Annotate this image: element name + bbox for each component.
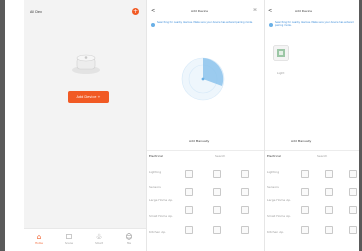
category-sensors[interactable]: Sensors <box>149 185 161 189</box>
tab-scene[interactable]: ☐ Scene <box>56 233 82 246</box>
device-tile[interactable] <box>349 226 357 234</box>
tab-scene-label: Scene <box>65 242 73 245</box>
scan-icon[interactable]: ⌘ <box>253 8 257 12</box>
empty-device-illustration <box>72 54 100 74</box>
screenshot-canvas: All Dev + Add Device + ⌂ Home ☐ Scene ♧ … <box>0 0 362 251</box>
category-tab-electrical[interactable]: Electrical <box>267 154 281 158</box>
page-title: Add Device <box>191 9 209 13</box>
home-icon: ⌂ <box>36 233 42 241</box>
add-manually-heading: Add Manually <box>291 139 312 143</box>
search-notice: Searching for nearby devices. Make sure … <box>275 21 354 27</box>
page-title: Add Device <box>295 9 313 13</box>
device-tile[interactable] <box>325 188 333 196</box>
device-tile[interactable] <box>301 170 309 178</box>
category-small-home[interactable]: Small Home Ap. <box>149 214 173 218</box>
search-tab[interactable]: Search <box>317 154 327 158</box>
home-screen: All Dev + Add Device + ⌂ Home ☐ Scene ♧ … <box>24 0 146 251</box>
section-divider <box>147 150 264 151</box>
device-tile[interactable] <box>241 170 249 178</box>
device-tile[interactable] <box>349 188 357 196</box>
back-icon[interactable]: < <box>151 8 155 14</box>
category-kitchen[interactable]: Kitchen Ap. <box>267 230 284 234</box>
category-kitchen[interactable]: Kitchen Ap. <box>149 230 166 234</box>
tab-home-label: Home <box>35 242 43 245</box>
device-tile[interactable] <box>301 188 309 196</box>
category-tab-electrical[interactable]: Electrical <box>149 154 163 158</box>
bottom-tab-bar: ⌂ Home ☐ Scene ♧ Smart ☺ Me <box>24 228 146 251</box>
found-device-icon[interactable] <box>273 45 289 61</box>
tab-smart[interactable]: ♧ Smart <box>86 233 112 246</box>
device-tile[interactable] <box>325 170 333 178</box>
device-tile[interactable] <box>185 170 193 178</box>
category-lighting[interactable]: Lighting <box>149 170 161 174</box>
search-notice: Searching for nearby devices. Make sure … <box>157 21 253 24</box>
category-large-home[interactable]: Large Home Ap. <box>149 198 173 202</box>
category-small-home[interactable]: Small Home Ap. <box>267 214 291 218</box>
category-large-home[interactable]: Large Home Ap. <box>267 198 291 202</box>
add-manually-heading: Add Manually <box>189 139 210 143</box>
device-tile[interactable] <box>185 206 193 214</box>
scene-icon: ☐ <box>65 233 73 241</box>
device-tile[interactable] <box>213 188 221 196</box>
bluetooth-icon <box>151 23 155 27</box>
add-device-button[interactable]: Add Device + <box>68 91 109 103</box>
tab-smart-label: Smart <box>95 242 103 245</box>
add-device-found-screen: < Add Device Searching for nearby device… <box>264 0 359 251</box>
device-tile[interactable] <box>241 206 249 214</box>
device-tile[interactable] <box>325 206 333 214</box>
device-tile[interactable] <box>213 206 221 214</box>
tab-me-label: Me <box>127 242 131 245</box>
device-tile[interactable] <box>349 170 357 178</box>
me-icon: ☺ <box>125 233 133 241</box>
device-tile[interactable] <box>325 226 333 234</box>
back-icon[interactable]: < <box>268 8 272 14</box>
tab-home[interactable]: ⌂ Home <box>26 233 52 246</box>
home-selector[interactable]: All Dev <box>30 10 42 14</box>
category-sensors[interactable]: Sensors <box>267 185 279 189</box>
device-tile[interactable] <box>213 170 221 178</box>
device-tile[interactable] <box>185 226 193 234</box>
device-tile[interactable] <box>349 206 357 214</box>
device-tile[interactable] <box>241 226 249 234</box>
add-device-searching-screen: < Add Device ⌘ Searching for nearby devi… <box>146 0 264 251</box>
category-lighting[interactable]: Lighting <box>267 170 279 174</box>
search-tab[interactable]: Search <box>215 154 225 158</box>
bluetooth-icon <box>269 23 273 27</box>
section-divider <box>265 150 359 151</box>
device-tile[interactable] <box>185 188 193 196</box>
smart-icon: ♧ <box>95 233 103 241</box>
device-tile[interactable] <box>213 226 221 234</box>
device-tile[interactable] <box>301 206 309 214</box>
add-device-top-button[interactable]: + <box>132 8 139 15</box>
tab-me[interactable]: ☺ Me <box>116 233 142 246</box>
search-radar <box>181 57 225 101</box>
device-tile[interactable] <box>241 188 249 196</box>
found-device-label: Light <box>277 71 285 75</box>
device-tile[interactable] <box>301 226 309 234</box>
